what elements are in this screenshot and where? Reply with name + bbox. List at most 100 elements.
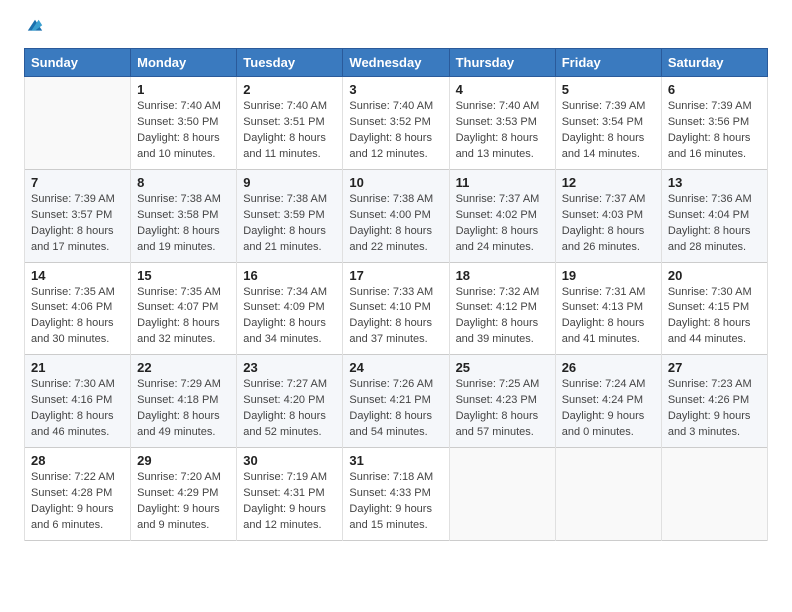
calendar-cell: [25, 77, 131, 170]
calendar-cell: 29Sunrise: 7:20 AMSunset: 4:29 PMDayligh…: [131, 448, 237, 541]
day-number: 12: [562, 175, 655, 190]
calendar-table: SundayMondayTuesdayWednesdayThursdayFrid…: [24, 48, 768, 541]
day-info: Sunrise: 7:39 AMSunset: 3:56 PMDaylight:…: [668, 99, 761, 163]
day-info: Sunrise: 7:40 AMSunset: 3:52 PMDaylight:…: [349, 99, 442, 163]
calendar-week-row: 1 Sunrise: 7:40 AMSunset: 3:50 PMDaylight…: [25, 77, 768, 170]
day-number: 2: [243, 82, 336, 97]
weekday-header-row: SundayMondayTuesdayWednesdayThursdayFrid…: [25, 49, 768, 77]
calendar-week-row: 28 Sunrise: 7:22 AMSunset: 4:28 PMDayligh…: [25, 448, 768, 541]
day-info: Sunrise: 7:38 AMSunset: 3:58 PMDaylight:…: [137, 192, 230, 256]
day-number: 10: [349, 175, 442, 190]
calendar-cell: 10Sunrise: 7:38 AMSunset: 4:00 PMDayligh…: [343, 169, 449, 262]
calendar-cell: 11 Sunrise: 7:37 AMSunset: 4:02 PMDayligh…: [449, 169, 555, 262]
calendar-week-row: 21 Sunrise: 7:30 AMSunset: 4:16 PMDayligh…: [25, 355, 768, 448]
day-info: Sunrise: 7:23 AMSunset: 4:26 PMDaylight:…: [668, 377, 761, 441]
weekday-header: Saturday: [661, 49, 767, 77]
calendar-week-row: 14 Sunrise: 7:35 AMSunset: 4:06 PMDayligh…: [25, 262, 768, 355]
calendar-cell: 31 Sunrise: 7:18 AMSunset: 4:33 PMDayligh…: [343, 448, 449, 541]
weekday-header: Thursday: [449, 49, 555, 77]
day-info: Sunrise: 7:37 AMSunset: 4:02 PMDaylight:…: [456, 192, 549, 256]
day-info: Sunrise: 7:35 AMSunset: 4:07 PMDaylight:…: [137, 285, 230, 349]
day-number: 20: [668, 268, 761, 283]
day-number: 25: [456, 360, 549, 375]
logo-icon: [26, 18, 44, 36]
weekday-header: Sunday: [25, 49, 131, 77]
calendar-cell: 20 Sunrise: 7:30 AMSunset: 4:15 PMDayligh…: [661, 262, 767, 355]
day-info: Sunrise: 7:27 AMSunset: 4:20 PMDaylight:…: [243, 377, 336, 441]
day-info: Sunrise: 7:19 AMSunset: 4:31 PMDaylight:…: [243, 470, 336, 534]
day-info: Sunrise: 7:20 AMSunset: 4:29 PMDaylight:…: [137, 470, 230, 534]
day-info: Sunrise: 7:40 AMSunset: 3:51 PMDaylight:…: [243, 99, 336, 163]
day-number: 16: [243, 268, 336, 283]
weekday-header: Monday: [131, 49, 237, 77]
calendar-cell: 13 Sunrise: 7:36 AMSunset: 4:04 PMDayligh…: [661, 169, 767, 262]
calendar-cell: 15 Sunrise: 7:35 AMSunset: 4:07 PMDayligh…: [131, 262, 237, 355]
day-number: 8: [137, 175, 230, 190]
calendar-cell: 16 Sunrise: 7:34 AMSunset: 4:09 PMDayligh…: [237, 262, 343, 355]
day-info: Sunrise: 7:18 AMSunset: 4:33 PMDaylight:…: [349, 470, 442, 534]
day-number: 24: [349, 360, 442, 375]
day-number: 28: [31, 453, 124, 468]
day-number: 5: [562, 82, 655, 97]
day-info: Sunrise: 7:34 AMSunset: 4:09 PMDaylight:…: [243, 285, 336, 349]
weekday-header: Wednesday: [343, 49, 449, 77]
day-info: Sunrise: 7:29 AMSunset: 4:18 PMDaylight:…: [137, 377, 230, 441]
day-info: Sunrise: 7:37 AMSunset: 4:03 PMDaylight:…: [562, 192, 655, 256]
calendar-cell: [449, 448, 555, 541]
day-number: 31: [349, 453, 442, 468]
day-number: 18: [456, 268, 549, 283]
calendar-cell: 2 Sunrise: 7:40 AMSunset: 3:51 PMDaylight…: [237, 77, 343, 170]
day-number: 1: [137, 82, 230, 97]
calendar-cell: 17Sunrise: 7:33 AMSunset: 4:10 PMDayligh…: [343, 262, 449, 355]
day-number: 21: [31, 360, 124, 375]
day-info: Sunrise: 7:24 AMSunset: 4:24 PMDaylight:…: [562, 377, 655, 441]
day-info: Sunrise: 7:32 AMSunset: 4:12 PMDaylight:…: [456, 285, 549, 349]
calendar-cell: 30Sunrise: 7:19 AMSunset: 4:31 PMDayligh…: [237, 448, 343, 541]
day-info: Sunrise: 7:33 AMSunset: 4:10 PMDaylight:…: [349, 285, 442, 349]
day-number: 7: [31, 175, 124, 190]
calendar-cell: [555, 448, 661, 541]
day-number: 6: [668, 82, 761, 97]
day-number: 14: [31, 268, 124, 283]
weekday-header: Tuesday: [237, 49, 343, 77]
calendar-cell: 1 Sunrise: 7:40 AMSunset: 3:50 PMDaylight…: [131, 77, 237, 170]
day-info: Sunrise: 7:40 AMSunset: 3:50 PMDaylight:…: [137, 99, 230, 163]
calendar-cell: 4 Sunrise: 7:40 AMSunset: 3:53 PMDaylight…: [449, 77, 555, 170]
day-number: 15: [137, 268, 230, 283]
calendar-cell: 23 Sunrise: 7:27 AMSunset: 4:20 PMDayligh…: [237, 355, 343, 448]
calendar-cell: 19 Sunrise: 7:31 AMSunset: 4:13 PMDayligh…: [555, 262, 661, 355]
calendar-cell: 5 Sunrise: 7:39 AMSunset: 3:54 PMDaylight…: [555, 77, 661, 170]
calendar-cell: 27 Sunrise: 7:23 AMSunset: 4:26 PMDayligh…: [661, 355, 767, 448]
day-info: Sunrise: 7:25 AMSunset: 4:23 PMDaylight:…: [456, 377, 549, 441]
day-info: Sunrise: 7:30 AMSunset: 4:16 PMDaylight:…: [31, 377, 124, 441]
day-info: Sunrise: 7:26 AMSunset: 4:21 PMDaylight:…: [349, 377, 442, 441]
day-number: 23: [243, 360, 336, 375]
day-number: 4: [456, 82, 549, 97]
day-number: 9: [243, 175, 336, 190]
calendar-cell: 3 Sunrise: 7:40 AMSunset: 3:52 PMDaylight…: [343, 77, 449, 170]
day-info: Sunrise: 7:30 AMSunset: 4:15 PMDaylight:…: [668, 285, 761, 349]
day-info: Sunrise: 7:40 AMSunset: 3:53 PMDaylight:…: [456, 99, 549, 163]
day-number: 27: [668, 360, 761, 375]
calendar-cell: 12 Sunrise: 7:37 AMSunset: 4:03 PMDayligh…: [555, 169, 661, 262]
day-info: Sunrise: 7:39 AMSunset: 3:57 PMDaylight:…: [31, 192, 124, 256]
day-info: Sunrise: 7:35 AMSunset: 4:06 PMDaylight:…: [31, 285, 124, 349]
day-number: 19: [562, 268, 655, 283]
day-number: 11: [456, 175, 549, 190]
day-info: Sunrise: 7:39 AMSunset: 3:54 PMDaylight:…: [562, 99, 655, 163]
day-number: 3: [349, 82, 442, 97]
day-info: Sunrise: 7:31 AMSunset: 4:13 PMDaylight:…: [562, 285, 655, 349]
calendar-cell: 8 Sunrise: 7:38 AMSunset: 3:58 PMDaylight…: [131, 169, 237, 262]
calendar-cell: 21 Sunrise: 7:30 AMSunset: 4:16 PMDayligh…: [25, 355, 131, 448]
calendar-cell: 9Sunrise: 7:38 AMSunset: 3:59 PMDaylight…: [237, 169, 343, 262]
day-number: 22: [137, 360, 230, 375]
day-number: 13: [668, 175, 761, 190]
calendar-cell: 6 Sunrise: 7:39 AMSunset: 3:56 PMDaylight…: [661, 77, 767, 170]
calendar-cell: 24 Sunrise: 7:26 AMSunset: 4:21 PMDayligh…: [343, 355, 449, 448]
calendar-cell: 7 Sunrise: 7:39 AMSunset: 3:57 PMDaylight…: [25, 169, 131, 262]
calendar-week-row: 7 Sunrise: 7:39 AMSunset: 3:57 PMDaylight…: [25, 169, 768, 262]
day-info: Sunrise: 7:36 AMSunset: 4:04 PMDaylight:…: [668, 192, 761, 256]
calendar-cell: [661, 448, 767, 541]
day-info: Sunrise: 7:22 AMSunset: 4:28 PMDaylight:…: [31, 470, 124, 534]
calendar-cell: 28 Sunrise: 7:22 AMSunset: 4:28 PMDayligh…: [25, 448, 131, 541]
